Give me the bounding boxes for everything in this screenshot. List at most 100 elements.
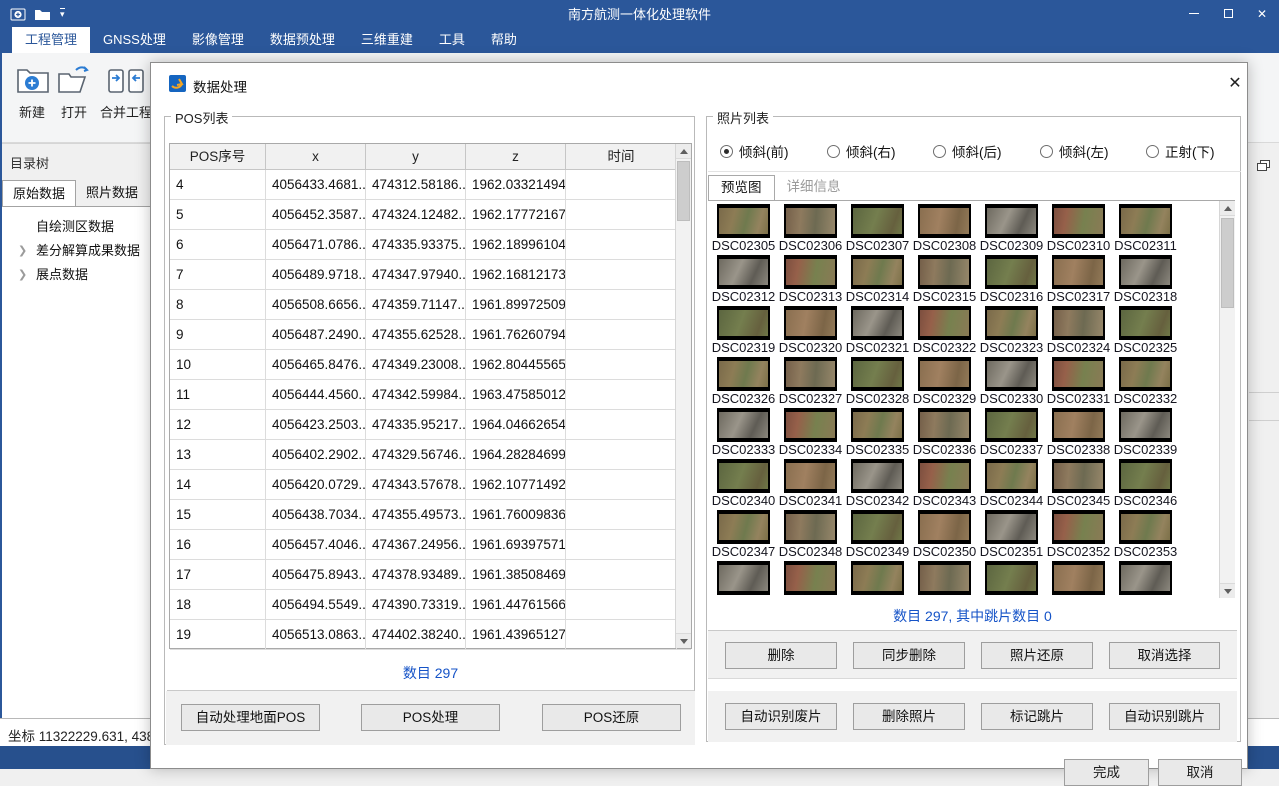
photo-thumbnail[interactable] [851, 255, 904, 289]
photo-item[interactable]: DSC02324 [1045, 303, 1112, 354]
tree-item[interactable]: 自绘测区数据 [2, 215, 150, 239]
photo-item-partial[interactable] [1112, 558, 1179, 598]
photo-item[interactable]: DSC02335 [844, 405, 911, 456]
photo-thumbnail[interactable] [851, 510, 904, 544]
photo-thumbnail[interactable] [717, 561, 770, 595]
radio-oblique-back[interactable]: 倾斜(后) [933, 141, 1002, 161]
photo-item[interactable]: DSC02340 [710, 456, 777, 507]
sidebar-tab-photo-data[interactable]: 照片数据 [76, 180, 148, 207]
pos-table-row[interactable]: 184056494.5549...474390.73319...1961.447… [170, 590, 691, 620]
tree-item[interactable]: ❯展点数据 [2, 263, 150, 287]
photo-thumbnail[interactable] [1119, 357, 1172, 391]
photo-item[interactable]: DSC02329 [911, 354, 978, 405]
pos-table-row[interactable]: 134056402.2902...474329.56746...1964.282… [170, 440, 691, 470]
photo-item[interactable]: DSC02347 [710, 507, 777, 558]
photo-thumbnail[interactable] [918, 357, 971, 391]
pos-table-row[interactable]: 194056513.0863...474402.38240...1961.439… [170, 620, 691, 650]
photo-item[interactable]: DSC02351 [978, 507, 1045, 558]
finish-button[interactable]: 完成 [1064, 759, 1149, 786]
scroll-down-icon[interactable] [1220, 583, 1235, 598]
photo-thumbnail[interactable] [851, 408, 904, 442]
photo-item[interactable]: DSC02350 [911, 507, 978, 558]
photo-item[interactable]: DSC02322 [911, 303, 978, 354]
scroll-up-icon[interactable] [1220, 201, 1235, 216]
chevron-right-icon[interactable]: ❯ [18, 263, 27, 287]
photo-thumbnail[interactable] [1119, 408, 1172, 442]
photo-item[interactable]: DSC02334 [777, 405, 844, 456]
photo-thumbnail[interactable] [1052, 204, 1105, 238]
panel-float-icon[interactable] [1257, 160, 1270, 175]
cancel-select-button[interactable]: 取消选择 [1109, 642, 1220, 669]
photo-thumbnail[interactable] [918, 255, 971, 289]
photo-item[interactable]: DSC02317 [1045, 252, 1112, 303]
menu-tab[interactable]: 工程管理 [12, 27, 90, 53]
pos-process-button[interactable]: POS处理 [361, 704, 500, 731]
pos-table-row[interactable]: 64056471.0786...474335.93375...1962.1899… [170, 230, 691, 260]
photo-item[interactable]: DSC02337 [978, 405, 1045, 456]
photo-thumbnail[interactable] [784, 408, 837, 442]
photo-item[interactable]: DSC02315 [911, 252, 978, 303]
photo-thumbnail[interactable] [784, 459, 837, 493]
photo-thumbnail[interactable] [985, 357, 1038, 391]
pos-table-scrollbar[interactable] [675, 144, 691, 648]
photo-thumbnail[interactable] [784, 510, 837, 544]
photo-item[interactable]: DSC02346 [1112, 456, 1179, 507]
quick-access-dropdown-icon[interactable]: ▾ [60, 8, 65, 19]
photo-restore-button[interactable]: 照片还原 [981, 642, 1093, 669]
photo-item[interactable]: DSC02320 [777, 303, 844, 354]
new-project-icon[interactable] [10, 7, 26, 21]
pos-table-row[interactable]: 94056487.2490...474355.62528...1961.7626… [170, 320, 691, 350]
maximize-button[interactable] [1211, 0, 1245, 27]
photo-item[interactable]: DSC02310 [1045, 201, 1112, 252]
photo-item[interactable]: DSC02328 [844, 354, 911, 405]
photo-thumbnail[interactable] [1052, 408, 1105, 442]
photo-item[interactable]: DSC02330 [978, 354, 1045, 405]
photo-item[interactable]: DSC02342 [844, 456, 911, 507]
photo-thumbnail[interactable] [1119, 510, 1172, 544]
dialog-close-icon[interactable]: ✕ [1223, 71, 1247, 95]
cancel-button[interactable]: 取消 [1158, 759, 1242, 786]
pos-table-row[interactable]: 164056457.4046...474367.24956...1961.693… [170, 530, 691, 560]
pos-column-header[interactable]: POS序号 [170, 144, 266, 169]
photo-thumbnail[interactable] [1052, 561, 1105, 595]
new-project-button[interactable]: 新建 [12, 61, 52, 121]
pos-column-header[interactable]: y [366, 144, 466, 169]
menu-tab[interactable]: GNSS处理 [90, 27, 179, 53]
photo-item[interactable]: DSC02319 [710, 303, 777, 354]
photo-thumbnail[interactable] [851, 561, 904, 595]
photo-thumbnail[interactable] [851, 204, 904, 238]
photo-item[interactable]: DSC02338 [1045, 405, 1112, 456]
pos-table-row[interactable]: 124056423.2503...474335.95217...1964.046… [170, 410, 691, 440]
photo-thumbnail[interactable] [784, 306, 837, 340]
photo-thumbnail[interactable] [717, 459, 770, 493]
photo-thumbnail[interactable] [1052, 510, 1105, 544]
scrollbar-thumb[interactable] [1221, 218, 1234, 308]
photo-thumbnail[interactable] [918, 306, 971, 340]
photo-item[interactable]: DSC02333 [710, 405, 777, 456]
delete-photo-button[interactable]: 删除照片 [853, 703, 965, 730]
photo-item[interactable]: DSC02326 [710, 354, 777, 405]
photo-item[interactable]: DSC02306 [777, 201, 844, 252]
photo-thumbnail[interactable] [985, 255, 1038, 289]
photo-item[interactable]: DSC02353 [1112, 507, 1179, 558]
photo-item[interactable]: DSC02325 [1112, 303, 1179, 354]
delete-button[interactable]: 删除 [725, 642, 837, 669]
photo-thumbnail[interactable] [717, 255, 770, 289]
photo-item[interactable]: DSC02312 [710, 252, 777, 303]
auto-detect-skip-button[interactable]: 自动识别跳片 [1109, 703, 1220, 730]
photo-thumbnail[interactable] [918, 561, 971, 595]
tree-item[interactable]: ❯差分解算成果数据 [2, 239, 150, 263]
photo-thumbnail[interactable] [851, 306, 904, 340]
photo-thumbnail[interactable] [784, 561, 837, 595]
photo-thumbnail[interactable] [1052, 459, 1105, 493]
photo-grid-scrollbar[interactable] [1219, 201, 1235, 598]
radio-oblique-right[interactable]: 倾斜(右) [827, 141, 896, 161]
photo-thumbnail[interactable] [717, 408, 770, 442]
photo-thumbnail[interactable] [985, 561, 1038, 595]
photo-thumbnail[interactable] [1052, 357, 1105, 391]
photo-item[interactable]: DSC02339 [1112, 405, 1179, 456]
pos-table-row[interactable]: 44056433.4681...474312.58186...1962.0332… [170, 170, 691, 200]
photo-thumbnail[interactable] [918, 204, 971, 238]
chevron-right-icon[interactable]: ❯ [18, 239, 27, 263]
photo-thumbnail[interactable] [784, 204, 837, 238]
